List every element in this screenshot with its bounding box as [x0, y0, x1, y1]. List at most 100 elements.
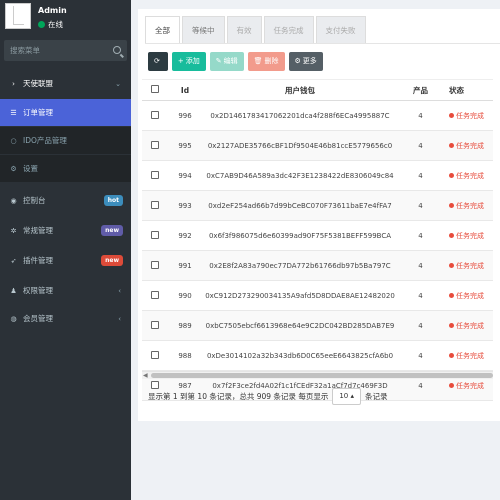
table-row[interactable]: 994 0xC7AB9D46A589a3dc42F3E1238422dE83060… — [142, 160, 493, 191]
user-name: Admin — [38, 6, 67, 15]
tab-waiting[interactable]: 等候中 — [182, 16, 225, 43]
tab-payment-failed[interactable]: 支付失败 — [315, 16, 366, 43]
sidebar-item-settings[interactable]: ⚙ 设置 — [0, 155, 131, 182]
tab-task-complete[interactable]: 任务完成 — [263, 16, 314, 43]
search-icon[interactable] — [113, 46, 121, 54]
table-row[interactable]: 990 0xC912D273290034135A9afd5D8DDAE8AE124… — [142, 280, 493, 311]
sidebar-item-angel-alliance[interactable]: › 天使联盟 ⌄ — [0, 70, 131, 97]
menu-search-input[interactable]: 搜索菜单 — [4, 40, 127, 61]
menu-search-placeholder: 搜索菜单 — [10, 46, 40, 55]
cell-status: 任务完成 — [443, 190, 493, 221]
status-label: 任务完成 — [456, 261, 484, 270]
cell-id: 996 — [168, 100, 202, 131]
column-header-id[interactable]: Id — [168, 79, 202, 101]
table-row[interactable]: 988 0xDe3014102a32b343db6D0C65eeE6643825c… — [142, 340, 493, 371]
cell-status: 任务完成 — [443, 130, 493, 161]
sidebar-item-dashboard[interactable]: ◉ 控制台 hot — [0, 187, 131, 214]
user-status-label: 在线 — [48, 20, 63, 29]
row-checkbox[interactable] — [151, 350, 159, 359]
status-badge: 任务完成 — [449, 351, 493, 361]
row-checkbox-cell — [142, 310, 168, 341]
cell-product: 4 — [398, 130, 443, 161]
refresh-button[interactable]: ⟳ — [148, 52, 168, 71]
cell-status: 任务完成 — [443, 340, 493, 371]
column-header-product[interactable]: 产品 — [398, 79, 443, 101]
table-row[interactable]: 993 0xd2eF254ad66b7d99bCeBC070F73611baE7e… — [142, 190, 493, 221]
tabs-divider — [145, 43, 500, 44]
row-checkbox[interactable] — [151, 230, 159, 239]
tab-all[interactable]: 全部 — [145, 16, 180, 43]
sidebar-item-members[interactable]: ◍ 会员管理 ‹ — [0, 305, 131, 332]
toolbar: ⟳ + 添加 ✎ 编辑 🗑 删除 ⚙ 更多 — [148, 52, 327, 71]
row-checkbox-cell — [142, 220, 168, 251]
status-badge: 任务完成 — [449, 141, 493, 151]
row-checkbox[interactable] — [151, 200, 159, 209]
cell-product: 4 — [398, 190, 443, 221]
delete-button[interactable]: 🗑 删除 — [247, 52, 285, 71]
row-checkbox[interactable] — [151, 260, 159, 269]
row-checkbox-cell — [142, 190, 168, 221]
cell-wallet: 0x6f3f986075d6e60399ad90F75F5381BEFF599B… — [202, 220, 398, 251]
sidebar-item-label: IDO产品管理 — [23, 136, 67, 145]
status-dot-icon — [449, 113, 454, 118]
status-dot-icon — [449, 383, 454, 388]
sidebar-item-general[interactable]: ✲ 常规管理 new — [0, 217, 131, 244]
cell-status: 任务完成 — [443, 220, 493, 251]
cell-id: 989 — [168, 310, 202, 341]
sidebar-item-order-management[interactable]: ☰ 订单管理 — [0, 99, 131, 126]
row-checkbox[interactable] — [151, 140, 159, 149]
cell-product: 4 — [398, 280, 443, 311]
cell-status: 任务完成 — [443, 160, 493, 191]
rocket-icon: ➶ — [10, 256, 17, 265]
users-icon: ♟ — [10, 286, 17, 295]
table-row[interactable]: 989 0xbC7505ebcf6613968e64e9C2DC042BD285D… — [142, 310, 493, 341]
sidebar-item-ido-products[interactable]: ○ IDO产品管理 — [0, 127, 131, 154]
refresh-icon: ⟳ — [154, 57, 160, 65]
cell-id: 988 — [168, 340, 202, 371]
edit-button[interactable]: ✎ 编辑 — [209, 52, 244, 71]
avatar[interactable] — [5, 3, 31, 29]
more-button-label: 更多 — [302, 57, 317, 65]
list-icon: ☰ — [10, 108, 17, 117]
row-checkbox[interactable] — [151, 320, 159, 329]
horizontal-scrollbar[interactable]: ◀ — [142, 371, 493, 379]
row-checkbox-cell — [142, 100, 168, 131]
online-dot-icon — [38, 21, 45, 28]
sidebar-item-plugins[interactable]: ➶ 插件管理 new — [0, 247, 131, 274]
column-header-status[interactable]: 状态 — [443, 79, 493, 101]
table-row[interactable]: 996 0x2D1461783417062201dca4f288f6ECa4995… — [142, 100, 493, 131]
page-size-select[interactable]: 10 ▴ — [332, 387, 361, 405]
hot-badge: hot — [103, 195, 123, 206]
scroll-left-icon[interactable]: ◀ — [143, 372, 148, 379]
sidebar-item-permissions[interactable]: ♟ 权限管理 ‹ — [0, 277, 131, 304]
status-badge: 任务完成 — [449, 171, 493, 181]
status-dot-icon — [449, 173, 454, 178]
trash-icon: 🗑 — [253, 57, 263, 65]
status-label: 任务完成 — [456, 141, 484, 150]
row-checkbox[interactable] — [151, 170, 159, 179]
status-dot-icon — [449, 263, 454, 268]
scrollbar-thumb[interactable] — [151, 373, 493, 378]
select-all-checkbox[interactable] — [151, 85, 159, 93]
more-button[interactable]: ⚙ 更多 — [288, 52, 323, 71]
row-checkbox[interactable] — [151, 110, 159, 119]
pagination-suffix: 条记录 — [365, 391, 388, 401]
cell-product: 4 — [398, 220, 443, 251]
cell-wallet: 0xDe3014102a32b343db6D0C65eeE6643825cfA6… — [202, 340, 398, 371]
cell-id: 995 — [168, 130, 202, 161]
row-checkbox[interactable] — [151, 290, 159, 299]
sidebar-item-label: 天使联盟 — [23, 79, 53, 88]
column-header-wallet[interactable]: 用户钱包 — [202, 79, 398, 101]
main-content: 全部 等候中 有效 任务完成 支付失败 ⟳ + 添加 ✎ 编辑 🗑 删除 ⚙ 更… — [131, 0, 500, 500]
orders-table: Id 用户钱包 产品 状态 996 0x2D1461783417062201dca… — [142, 79, 493, 401]
cell-id: 994 — [168, 160, 202, 191]
status-dot-icon — [449, 293, 454, 298]
table-row[interactable]: 991 0x2E8f2A83a790ec77DA772b61766db97b5Ba… — [142, 250, 493, 281]
table-row[interactable]: 992 0x6f3f986075d6e60399ad90F75F5381BEFF5… — [142, 220, 493, 251]
row-checkbox-cell — [142, 160, 168, 191]
table-row[interactable]: 995 0x2127ADE35766cBF1Df9504E46b81ccE5779… — [142, 130, 493, 161]
cell-id: 990 — [168, 280, 202, 311]
status-label: 任务完成 — [456, 321, 484, 330]
add-button[interactable]: + 添加 — [171, 52, 206, 71]
tab-valid[interactable]: 有效 — [226, 16, 262, 43]
